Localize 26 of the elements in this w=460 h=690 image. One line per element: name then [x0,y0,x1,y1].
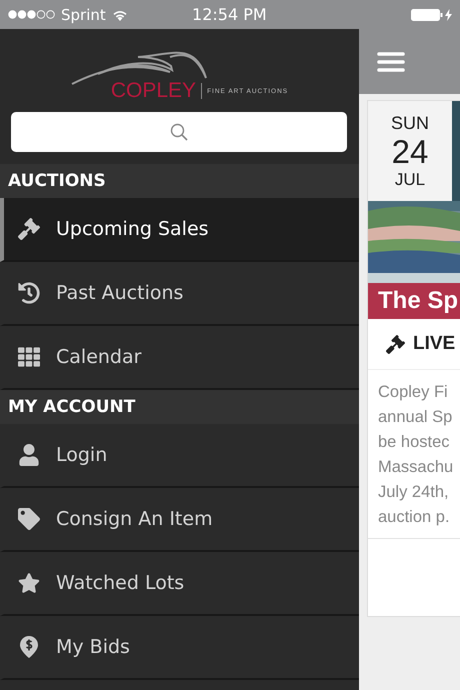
menu-icon[interactable] [377,50,405,72]
auction-description: Copley Fi annual Sp be hostec Massachu July 24th, auction p. [368,370,460,539]
grid-icon [18,346,40,368]
history-icon [18,282,40,304]
search-icon [170,123,188,141]
dollar-pin-icon [19,635,39,659]
search-field[interactable] [11,112,347,152]
month-label: JUL [394,170,426,190]
auction-title: The Sp [368,283,460,319]
gavel-icon [18,218,40,240]
menu-item[interactable]: Upcoming Sales [0,198,359,262]
signal-icon [8,10,56,19]
gavel-icon [386,334,405,354]
charging-icon [444,8,452,20]
user-icon [18,444,40,466]
section-title: AUCTIONS [8,171,106,191]
section-title: MY ACCOUNT [8,397,136,417]
weekday-label: SUN [390,112,429,134]
logo-name: COPLEY [110,79,196,103]
day-number: 24 [392,134,428,170]
live-label: LIVE [413,333,456,355]
tag-icon [18,508,40,530]
clock-time: 12:54 PM [192,5,267,24]
wifi-icon [112,8,128,20]
star-icon [18,572,40,594]
carrier-name: Sprint [61,6,106,24]
